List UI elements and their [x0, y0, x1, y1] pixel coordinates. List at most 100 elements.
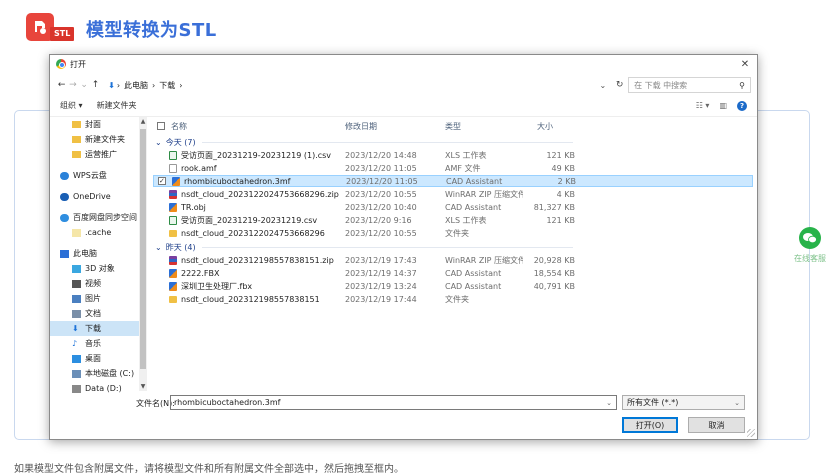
new-folder-button[interactable]: 新建文件夹	[97, 100, 137, 111]
file-row[interactable]: 受访页面_20231219-20231219.csv 2023/12/20 9:1…	[153, 214, 753, 226]
nav-item[interactable]: 3D 对象	[50, 261, 147, 276]
folder-icon	[72, 151, 81, 158]
group-header[interactable]: ⌄ 昨天 (4)	[153, 240, 753, 254]
nav-item[interactable]: 封面	[50, 117, 147, 132]
file-row[interactable]: nsdt_cloud_202312198557838151.zip 2023/12…	[153, 254, 753, 266]
nav-item[interactable]: OneDrive	[50, 189, 147, 204]
refresh-icon[interactable]: ↻	[611, 80, 628, 90]
file-name: 2222.FBX	[181, 268, 220, 278]
row-checkbox[interactable]: ✓	[158, 177, 166, 185]
select-all-checkbox[interactable]	[157, 122, 165, 130]
nav-item[interactable]: ♪ 音乐	[50, 336, 147, 351]
nav-item[interactable]: 桌面	[50, 351, 147, 366]
column-type[interactable]: 类型	[445, 121, 523, 132]
file-name-cell: nsdt_cloud_20231220247536682​96.zip	[153, 189, 345, 199]
file-name-cell: rook.amf	[153, 163, 345, 173]
nav-item-label: WPS云盘	[73, 171, 107, 180]
back-arrow-icon[interactable]: ←	[56, 80, 67, 90]
scroll-up-icon[interactable]: ▲	[139, 118, 147, 125]
recent-dropdown-icon[interactable]: ⌄	[79, 80, 90, 90]
search-input[interactable]: 在 下载 中搜索 ⚲	[628, 77, 751, 93]
video-icon	[72, 279, 81, 288]
file-row[interactable]: 2222.FBX 2023/12/19 14:37 CAD Assistant 18,…	[153, 267, 753, 279]
file-date: 2023/12/20 9:16	[345, 215, 412, 225]
drive-icon	[72, 369, 81, 378]
forward-arrow-icon[interactable]: →	[67, 80, 78, 90]
nav-item[interactable]: WPS云盘	[50, 168, 147, 183]
collapse-chevron-icon[interactable]: ⌄	[155, 138, 162, 147]
file-row[interactable]: nsdt_cloud_20231220247536682​96.zip 2023/…	[153, 188, 753, 200]
nav-item-label: 新建文件夹	[85, 135, 125, 144]
open-button[interactable]: 打开(O)	[622, 417, 678, 433]
group-label: 昨天 (4)	[165, 242, 196, 252]
zip-file-icon	[169, 189, 177, 199]
filename-input[interactable]: rhombicuboctahedron.3mf ⌄	[170, 395, 617, 410]
nav-item[interactable]: 新建文件夹	[50, 132, 147, 147]
file-type: 文件夹	[445, 228, 469, 238]
file-row[interactable]: ✓ rhombicuboctahedron.3mf 2023/12/20 11:05…	[153, 175, 753, 187]
nav-item[interactable]: 运营推广	[50, 147, 147, 162]
file-row[interactable]: rook.amf 2023/12/20 11:05 AMF 文件 49 KB	[153, 162, 753, 174]
view-options-icon[interactable]: ☷ ▾	[696, 101, 710, 110]
preview-pane-icon[interactable]: ▥	[719, 101, 727, 110]
nav-item-label: 本地磁盘 (C:)	[85, 369, 135, 378]
file-row[interactable]: nsdt_cloud_20231220247536682​96 2023/12/2…	[153, 227, 753, 239]
file-type-select[interactable]: 所有文件 (*.*) ⌄	[622, 395, 745, 410]
address-bar[interactable]: ⬇ › 此电脑 › 下载 › ⌄	[105, 77, 612, 93]
navigation-pane: 封面新建文件夹运营推广 WPS云盘 OneDrive 百度网盘同步空间 .cache 此电…	[50, 117, 147, 393]
scroll-thumb[interactable]	[140, 129, 146, 369]
breadcrumb-this-pc[interactable]: 此电脑	[124, 80, 148, 91]
file-date: 2023/12/20 10:55	[345, 228, 417, 238]
nav-item[interactable]: ⬇ 下载	[50, 321, 147, 336]
csv-file-icon	[169, 215, 177, 225]
address-dropdown-icon[interactable]: ⌄	[599, 81, 610, 90]
collapse-chevron-icon[interactable]: ⌄	[155, 243, 162, 252]
file-name: nsdt_cloud_20231220247536682​96.zip	[181, 189, 339, 199]
nav-item[interactable]: 此电脑	[50, 246, 147, 261]
stl-logo: STL	[26, 13, 76, 45]
file-date: 2023/12/20 14:48	[345, 150, 417, 160]
group-label: 今天 (7)	[165, 137, 196, 147]
file-size: 2 KB	[557, 176, 576, 186]
file-row[interactable]: nsdt_cloud_202312198557838151 2023/12/19 …	[153, 293, 753, 305]
nav-item[interactable]: 百度网盘同步空间	[50, 210, 147, 225]
nav-item[interactable]: 视频	[50, 276, 147, 291]
close-button[interactable]: ✕	[733, 55, 757, 73]
nav-item[interactable]: .cache	[50, 225, 147, 240]
filename-dropdown-icon[interactable]: ⌄	[606, 399, 616, 407]
cancel-button[interactable]: 取消	[688, 417, 745, 433]
file-row[interactable]: 受访页面_20231219-20231219 (1).csv 2023/12/20…	[153, 149, 753, 161]
organize-menu[interactable]: 组织 ▾	[60, 100, 83, 111]
nav-scrollbar[interactable]: ▲ ▼	[139, 117, 147, 391]
online-service-widget[interactable]: 在线客服	[794, 227, 826, 264]
filename-value: rhombicuboctahedron.3mf	[174, 398, 281, 407]
file-date: 2023/12/19 17:43	[345, 255, 417, 265]
file-name-cell: TR.obj	[153, 202, 345, 212]
cloud-icon	[60, 192, 69, 201]
column-name[interactable]: 名称	[153, 121, 345, 132]
search-icon[interactable]: ⚲	[739, 81, 745, 90]
resize-grip-icon[interactable]	[747, 429, 755, 437]
nav-item[interactable]: Data (D:)	[50, 381, 147, 396]
up-arrow-icon[interactable]: ↑	[90, 80, 101, 90]
file-type-dropdown-icon[interactable]: ⌄	[734, 399, 744, 407]
file-row[interactable]: TR.obj 2023/12/20 10:40 CAD Assistant 81,32…	[153, 201, 753, 213]
column-date[interactable]: 修改日期	[345, 121, 445, 132]
dialog-titlebar[interactable]: 打开 ✕	[50, 55, 757, 73]
nav-item[interactable]: 图片	[50, 291, 147, 306]
file-row[interactable]: 深圳卫生处理厂.fbx 2023/12/19 13:24 CAD Assistant…	[153, 280, 753, 292]
file-size: 20,928 KB	[533, 255, 575, 265]
online-service-label[interactable]: 在线客服	[794, 253, 826, 264]
scroll-down-icon[interactable]: ▼	[139, 383, 147, 390]
nav-item-label: 音乐	[85, 339, 101, 348]
nav-item-label: 百度网盘同步空间	[73, 213, 137, 222]
breadcrumb-downloads[interactable]: 下载	[159, 80, 175, 91]
file-name: TR.obj	[181, 202, 206, 212]
help-icon[interactable]: ?	[737, 100, 747, 111]
group-header[interactable]: ⌄ 今天 (7)	[153, 135, 753, 149]
chat-icon[interactable]	[799, 227, 821, 249]
file-name-cell: nsdt_cloud_20231220247536682​96	[153, 229, 345, 238]
nav-item[interactable]: 文档	[50, 306, 147, 321]
column-size[interactable]: 大小	[523, 121, 575, 132]
nav-item[interactable]: 本地磁盘 (C:)	[50, 366, 147, 381]
